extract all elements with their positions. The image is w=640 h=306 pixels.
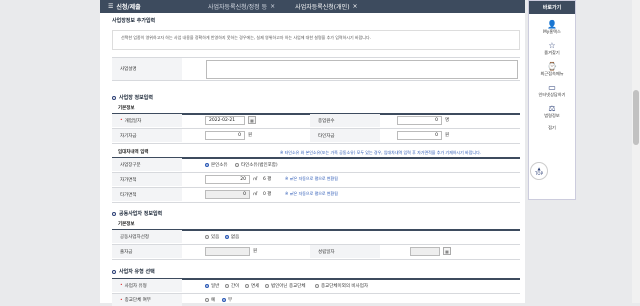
clock-icon: ⌚	[547, 62, 557, 71]
other-capital-label: 타인자금	[310, 129, 380, 142]
radio-type-simple[interactable]: 간이	[225, 283, 239, 289]
basic-info-subtitle: 기본정보	[118, 106, 135, 111]
quick-my-hometax[interactable]: 👤 My홈택스	[529, 20, 575, 35]
radio-icon	[245, 284, 249, 288]
employees-input[interactable]: 0	[397, 116, 442, 125]
close-icon[interactable]: ×	[270, 3, 275, 10]
other-capital-input[interactable]: 0	[397, 131, 442, 140]
own-capital-input[interactable]: 0	[205, 131, 245, 140]
joint-date-input[interactable]	[410, 247, 440, 256]
top-navigation-bar: ☰ 신청/제출 사업자등록신청/정정 등 × 사업자등록신청(개인) ×	[100, 0, 525, 13]
monitor-icon: ▭	[548, 83, 556, 92]
section-bullet-icon	[112, 211, 116, 216]
radio-type-exempt[interactable]: 면세	[245, 283, 259, 289]
gavel-icon: ⚖	[548, 104, 556, 113]
joint-type-label: 공동사업자선정	[112, 230, 182, 243]
radio-joint-no[interactable]: 없음	[225, 234, 239, 240]
notice-box: 선택한 업종이 영위하고자 하는 사업 내용을 정확하게 반영하지 못하는 경우…	[112, 30, 520, 50]
radio-selected-icon	[222, 298, 226, 302]
menu-button[interactable]: ☰ 신청/제출	[100, 2, 198, 11]
star-icon: ☆	[548, 41, 556, 50]
own-area-label: 자가면적	[112, 173, 182, 186]
notice-title: 사업장정보 추가입력	[112, 18, 156, 24]
radio-religious-yes[interactable]: 예	[205, 297, 215, 303]
section-bullet-icon	[112, 95, 116, 100]
tab-business-registration-personal[interactable]: 사업자등록신청(개인) ×	[285, 0, 367, 13]
other-capital-unit: 원	[445, 133, 450, 138]
radio-type-religious[interactable]: 법인아닌 종교단체	[265, 283, 306, 289]
tab-business-registration[interactable]: 사업자등록신청/정정 등 ×	[198, 0, 285, 13]
business-type-title: 사업자 유형 선택	[112, 268, 155, 275]
own-area-hint: ※ ㎡은 자동으로 평으로 변환됨	[285, 176, 338, 181]
radio-selected-icon	[225, 235, 229, 239]
hamburger-icon: ☰	[108, 3, 114, 10]
joint-basic-subtitle: 기본정보	[118, 222, 135, 227]
joint-capital-input[interactable]	[205, 247, 250, 256]
radio-other[interactable]: 타인소유(법인포함)	[235, 162, 278, 168]
own-area-input[interactable]: 20	[205, 175, 250, 184]
lease-subtitle: 임대차내역 입력	[118, 150, 149, 155]
divider	[112, 80, 520, 81]
lease-type-label: 사업장구분	[112, 158, 182, 171]
lease-note: ※ 타인소유 와 본인소유(또는 가족 공동소유) 모두 있는 경우, 임대차내…	[280, 150, 482, 155]
radio-type-general[interactable]: 일반	[205, 283, 219, 289]
other-area-label: 타가면적	[112, 188, 182, 201]
other-area-pyeong: 0 평	[263, 192, 272, 197]
divider	[112, 259, 520, 260]
scroll-top-button[interactable]: ▲ TOP	[530, 162, 548, 180]
scrollbar-thumb[interactable]	[633, 90, 639, 145]
joint-capital-label: 출자금	[112, 245, 182, 258]
calendar-icon[interactable]: ▦	[443, 247, 451, 255]
radio-joint-yes[interactable]: 있음	[205, 234, 219, 240]
user-icon: 👤	[547, 20, 557, 29]
own-area-unit: ㎡	[253, 177, 258, 182]
quick-recent[interactable]: ⌚ 최근접속메뉴	[529, 62, 575, 77]
business-desc-label: 사업설명	[112, 58, 182, 80]
open-date-label: 개업일자	[112, 114, 182, 127]
radio-icon	[315, 284, 319, 288]
radio-icon	[225, 284, 229, 288]
religious-label: 종교단체 여부	[112, 294, 182, 306]
business-info-title: 사업장 정보입력	[112, 94, 153, 101]
radio-type-nonbusiness[interactable]: 종교단체이외의 비사업자	[315, 283, 368, 289]
quick-collapse[interactable]: 접기	[529, 125, 575, 131]
employees-unit: 명	[445, 118, 450, 123]
radio-selected-icon	[205, 163, 209, 167]
employees-label: 종업원수	[310, 114, 380, 127]
joint-business-title: 공동사업자 정보입력	[112, 210, 162, 217]
radio-icon	[205, 298, 209, 302]
divider	[112, 202, 520, 203]
radio-icon	[205, 235, 209, 239]
page-scrollbar[interactable]	[632, 0, 640, 303]
radio-religious-no[interactable]: 부	[222, 297, 232, 303]
quick-law[interactable]: ⚖ 법령정보	[529, 104, 575, 119]
joint-date-label: 성립일자	[310, 245, 380, 258]
section-bullet-icon	[112, 269, 116, 274]
business-desc-input[interactable]	[206, 60, 518, 79]
business-type-label: 사업자 유형	[112, 279, 182, 292]
calendar-icon[interactable]: ▦	[248, 116, 256, 124]
radio-icon	[235, 163, 239, 167]
radio-icon	[265, 284, 269, 288]
joint-capital-unit: 원	[253, 249, 258, 254]
open-date-input[interactable]: 2022-02-21	[205, 116, 245, 125]
quick-menu-title: 바로가기	[529, 1, 575, 14]
radio-own[interactable]: 본인소유	[205, 162, 228, 168]
radio-selected-icon	[205, 284, 209, 288]
other-area-hint: ※ ㎡은 자동으로 평으로 변환됨	[285, 191, 338, 196]
other-area-unit: ㎡	[253, 192, 258, 197]
own-area-pyeong: 6 평	[263, 177, 272, 182]
other-area-input[interactable]: 0	[205, 190, 250, 199]
quick-consult[interactable]: ▭ 인터넷상담하기	[529, 83, 575, 98]
own-capital-unit: 원	[248, 133, 253, 138]
close-icon[interactable]: ×	[353, 3, 358, 10]
main-content: 사업장정보 추가입력 선택한 업종이 영위하고자 하는 사업 내용을 정확하게 …	[100, 13, 525, 306]
quick-favorites[interactable]: ☆ 즐겨찾기	[529, 41, 575, 56]
divider	[112, 143, 520, 144]
own-capital-label: 자기자금	[112, 129, 182, 142]
